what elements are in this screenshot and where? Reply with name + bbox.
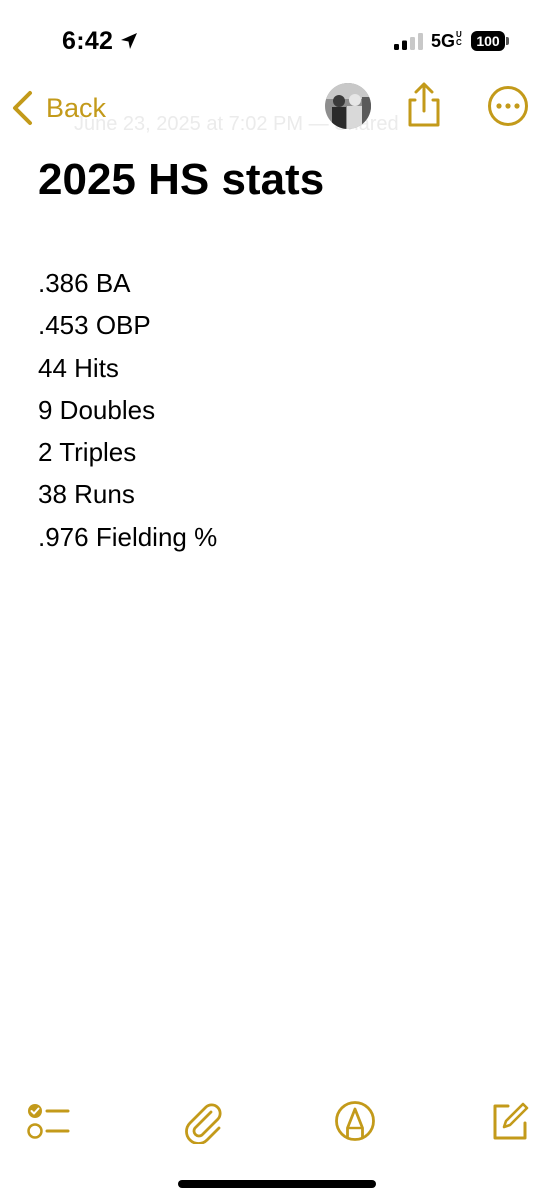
- signal-bars-icon: [394, 33, 423, 50]
- home-indicator[interactable]: [178, 1180, 376, 1188]
- note-title[interactable]: 2025 HS stats: [38, 152, 324, 208]
- shared-user-avatar[interactable]: [325, 83, 371, 129]
- note-line: .976 Fielding %: [38, 521, 218, 552]
- nav-bar: June 23, 2025 at 7:02 PM — Shared Back: [0, 80, 554, 136]
- ellipsis-circle-icon[interactable]: [486, 84, 530, 128]
- location-arrow-icon: [121, 33, 137, 49]
- checklist-icon[interactable]: [25, 1098, 71, 1144]
- status-bar: 6:42 5GUC 100: [0, 0, 554, 80]
- share-icon[interactable]: [402, 81, 446, 129]
- note-body[interactable]: .386 BA .453 OBP 44 Hits 9 Doubles 2 Tri…: [38, 262, 217, 558]
- note-line: 44 Hits: [38, 352, 119, 383]
- note-line: 9 Doubles: [38, 394, 156, 425]
- note-line: .386 BA: [38, 268, 131, 298]
- compose-icon[interactable]: [487, 1098, 533, 1144]
- note-line: .453 OBP: [38, 310, 151, 341]
- pen-tip-circle-icon[interactable]: [332, 1098, 378, 1144]
- note-line: 38 Runs: [38, 479, 135, 510]
- bottom-toolbar: [0, 1090, 554, 1150]
- note-line: 2 Triples: [38, 437, 137, 468]
- back-label: Back: [46, 92, 107, 123]
- battery-indicator: 100: [471, 31, 509, 51]
- network-type: 5GUC: [431, 30, 462, 52]
- battery-level: 100: [476, 33, 500, 49]
- back-button[interactable]: Back: [10, 86, 106, 130]
- network-sup: UC: [456, 30, 462, 47]
- paperclip-icon[interactable]: [181, 1098, 227, 1144]
- status-time: 6:42: [62, 27, 114, 55]
- avatar-photo: [325, 83, 371, 129]
- chevron-left-icon: [13, 91, 32, 125]
